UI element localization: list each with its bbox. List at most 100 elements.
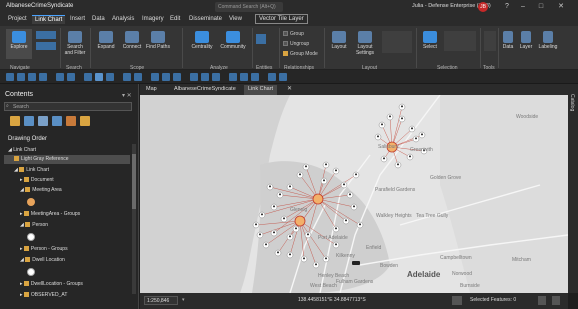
- share-tool-icon[interactable]: [251, 73, 259, 81]
- tab-edit[interactable]: Edit: [170, 16, 180, 22]
- tab-analysis[interactable]: Analysis: [112, 16, 134, 22]
- labeling-order-icon[interactable]: [80, 116, 90, 126]
- refresh-icon[interactable]: [538, 296, 546, 305]
- checkbox-icon[interactable]: [23, 177, 29, 183]
- connect-button[interactable]: Connect: [120, 31, 144, 50]
- tab-link-chart[interactable]: Link Chart: [32, 15, 66, 24]
- catalog-pane-tab[interactable]: Catalog: [568, 84, 578, 293]
- tab-view[interactable]: View: [229, 16, 242, 22]
- view-tab-link-chart[interactable]: Link Chart: [244, 85, 278, 95]
- link-chart-map[interactable]: Adelaide Salisbury Woodside Greenwith Pa…: [140, 95, 568, 293]
- close-tab-icon[interactable]: ✕: [287, 85, 292, 92]
- data-source-icon[interactable]: [24, 116, 34, 126]
- dwell-location-node[interactable]: [352, 261, 360, 265]
- layer-button[interactable]: Layer: [518, 31, 534, 50]
- checkbox-icon[interactable]: [23, 281, 29, 287]
- tree-item-person[interactable]: ◢ Person: [20, 222, 48, 228]
- pause-icon[interactable]: [552, 296, 560, 305]
- zoom-tools-icon[interactable]: [36, 42, 56, 50]
- meeting-area-node[interactable]: [294, 215, 306, 227]
- checkbox-icon[interactable]: [14, 156, 19, 162]
- pan-icon[interactable]: [6, 73, 14, 81]
- scrollbar-thumb[interactable]: [132, 154, 136, 209]
- explore-button[interactable]: Explore: [6, 29, 32, 59]
- tree-item-person-groups[interactable]: ▸ Person - Groups: [20, 246, 68, 252]
- contents-scrollbar[interactable]: [132, 144, 136, 294]
- navigate-tools-icon[interactable]: [36, 31, 56, 39]
- maximize-icon[interactable]: □: [536, 2, 546, 12]
- view-tab-albanese[interactable]: AlbaneseCrimeSyndicate: [170, 85, 240, 95]
- community-button[interactable]: Community: [218, 31, 248, 50]
- checkbox-icon[interactable]: [25, 222, 31, 228]
- entities-icon[interactable]: [256, 34, 266, 44]
- checkbox-icon[interactable]: [19, 167, 25, 173]
- layout-tool-icon[interactable]: [134, 73, 142, 81]
- tab-vector-tile-layer[interactable]: Vector Tile Layer: [255, 14, 308, 24]
- ungroup-button[interactable]: Ungroup: [283, 41, 309, 47]
- tree-item-observed-at[interactable]: ▸ OBSERVED_AT: [20, 292, 67, 298]
- tab-disseminate[interactable]: Disseminate: [189, 16, 222, 22]
- refresh-icon[interactable]: [229, 73, 237, 81]
- find-paths-button[interactable]: Find Paths: [146, 31, 170, 50]
- group-button[interactable]: Group: [283, 31, 304, 37]
- avatar[interactable]: JB: [478, 2, 488, 12]
- selection-icon[interactable]: [38, 116, 48, 126]
- print-tool-icon[interactable]: [279, 73, 287, 81]
- snapping-icon[interactable]: [66, 116, 76, 126]
- layout-gallery[interactable]: [382, 31, 412, 53]
- checkbox-icon[interactable]: [23, 292, 29, 298]
- select-tool-icon[interactable]: [84, 73, 92, 81]
- next-extent-icon[interactable]: [67, 73, 75, 81]
- entity-tool-icon[interactable]: [162, 73, 170, 81]
- chart-tool-icon[interactable]: [201, 73, 209, 81]
- bookmark-icon[interactable]: [123, 73, 131, 81]
- layout-button[interactable]: Layout: [328, 31, 350, 50]
- selection-tools[interactable]: [444, 31, 476, 51]
- tab-data[interactable]: Data: [92, 16, 105, 22]
- export-tool-icon[interactable]: [268, 73, 276, 81]
- search-filter-button[interactable]: Search and Filter: [63, 31, 87, 56]
- group-mode-toggle[interactable]: Group Mode: [283, 51, 318, 57]
- contents-search-input[interactable]: Search: [4, 102, 132, 111]
- checkbox-icon[interactable]: [23, 246, 29, 252]
- tab-imagery[interactable]: Imagery: [142, 16, 164, 22]
- help-icon[interactable]: ?: [502, 2, 512, 12]
- tree-item-link-chart[interactable]: ◢ Link Chart: [14, 167, 49, 173]
- drawing-order-icon[interactable]: [10, 116, 20, 126]
- tree-item-meetingarea-groups[interactable]: ▸ MeetingArea - Groups: [20, 211, 80, 217]
- layout-settings-button[interactable]: Layout Settings: [352, 31, 378, 56]
- relationship-link[interactable]: [391, 106, 403, 148]
- tree-item-light-gray-reference[interactable]: Light Gray Reference: [14, 156, 69, 162]
- settings-tool-icon[interactable]: [240, 73, 248, 81]
- measure-icon[interactable]: [106, 73, 114, 81]
- data-button[interactable]: Data: [500, 31, 516, 50]
- checkbox-icon[interactable]: [25, 257, 31, 263]
- previous-extent-icon[interactable]: [56, 73, 64, 81]
- scale-dropdown[interactable]: 1:250,846: [144, 296, 178, 305]
- editing-icon[interactable]: [52, 116, 62, 126]
- minimize-icon[interactable]: –: [518, 2, 528, 12]
- close-icon[interactable]: ✕: [556, 2, 566, 12]
- tab-project[interactable]: Project: [8, 16, 27, 22]
- explore-tool-icon[interactable]: [95, 73, 103, 81]
- link-tool-icon[interactable]: [151, 73, 159, 81]
- command-search-input[interactable]: Command Search (Alt+Q): [215, 2, 283, 12]
- meeting-area-node[interactable]: [312, 193, 324, 205]
- table-tool-icon[interactable]: [212, 73, 220, 81]
- chevron-down-icon[interactable]: ▾: [182, 297, 185, 303]
- tree-item-meeting-area[interactable]: ◢ Meeting Area: [20, 187, 62, 193]
- expand-button[interactable]: Expand: [94, 31, 118, 50]
- select-button[interactable]: Select: [420, 31, 440, 50]
- tree-item-dwell-location[interactable]: ◢ Dwell Location: [20, 257, 65, 263]
- filter-tool-icon[interactable]: [190, 73, 198, 81]
- tree-item-link-chart-root[interactable]: ◢ Link Chart: [8, 147, 36, 153]
- checkbox-icon[interactable]: [23, 211, 29, 217]
- full-extent-icon[interactable]: [39, 73, 47, 81]
- map-canvas[interactable]: [140, 95, 568, 293]
- zoom-in-icon[interactable]: [17, 73, 25, 81]
- tab-insert[interactable]: Insert: [70, 16, 85, 22]
- view-tab-map[interactable]: Map: [142, 85, 161, 95]
- centrality-button[interactable]: Centrality: [188, 31, 216, 50]
- checkbox-icon[interactable]: [25, 187, 31, 193]
- labeling-button[interactable]: Labeling: [536, 31, 560, 50]
